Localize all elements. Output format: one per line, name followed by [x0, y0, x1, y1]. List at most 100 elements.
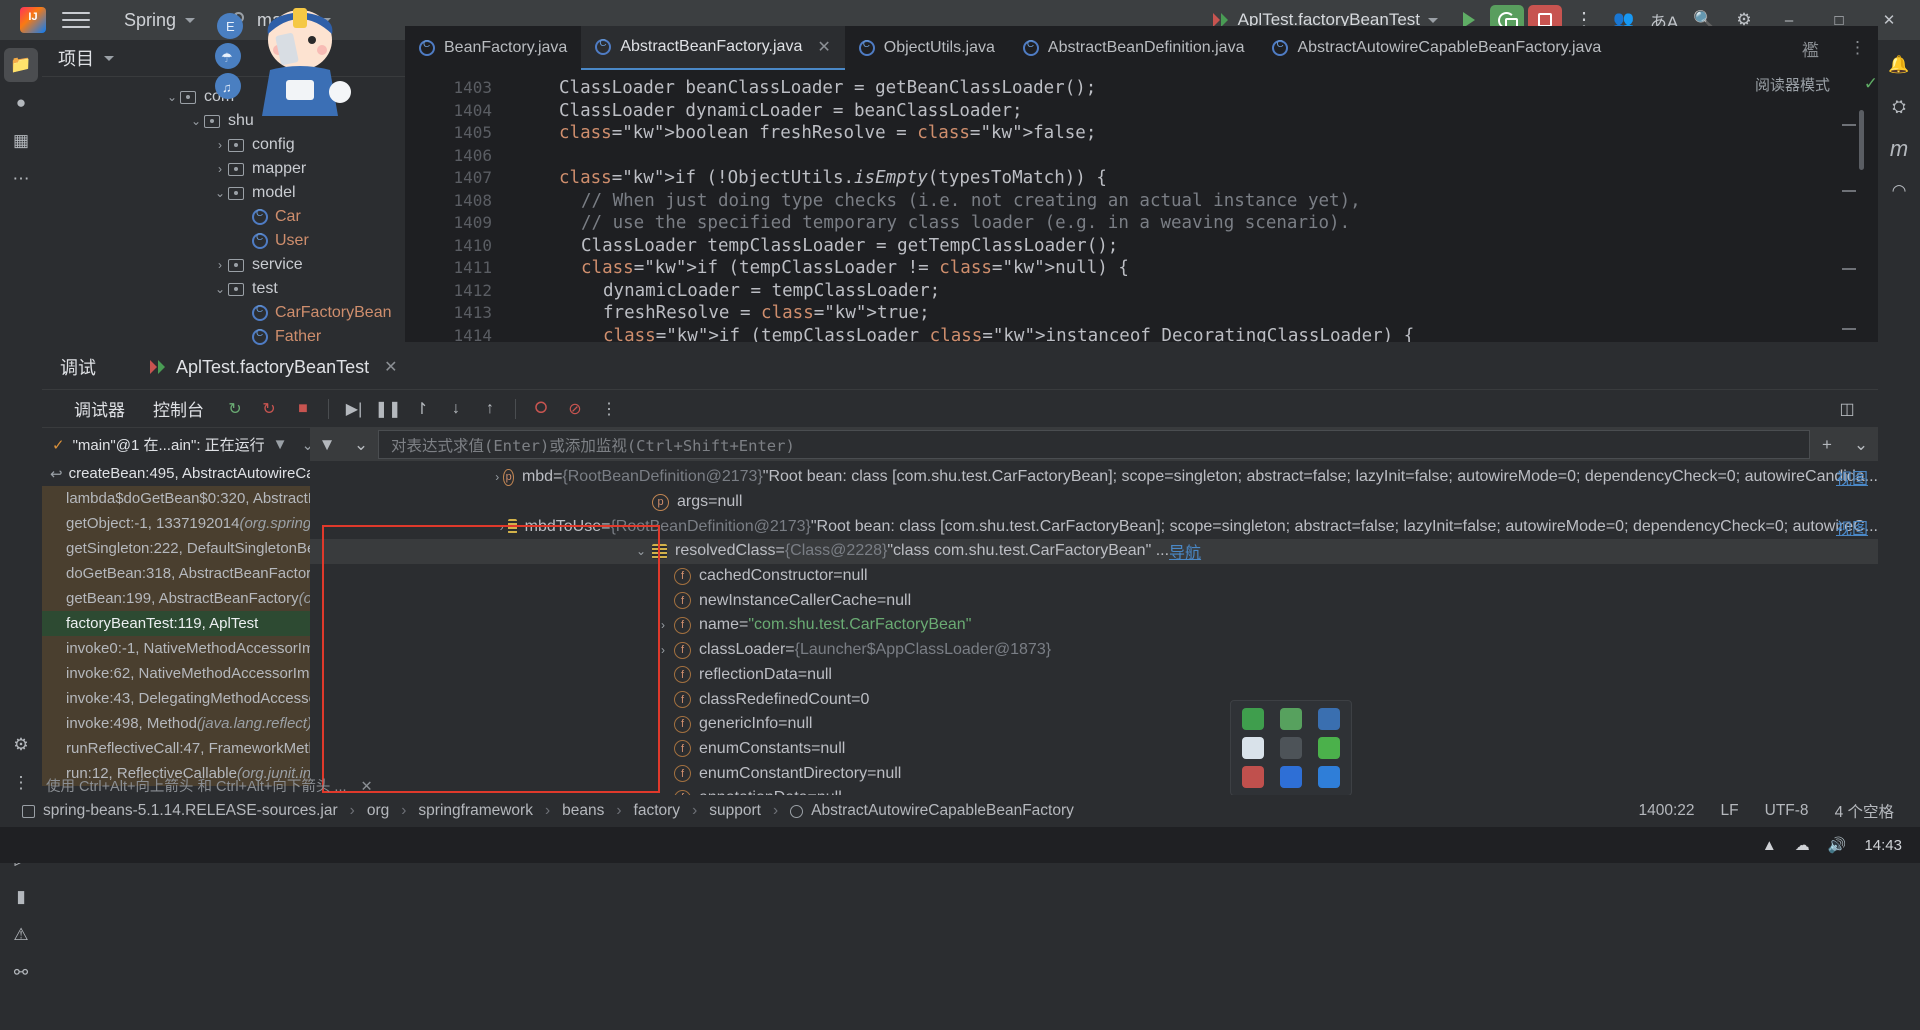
- breadcrumb-item[interactable]: AbstractAutowireCapableBeanFactory: [784, 802, 1080, 820]
- volume-icon[interactable]: 🔊: [1828, 836, 1847, 854]
- variable-row[interactable]: f enumConstants = null: [310, 737, 1878, 762]
- tab-console[interactable]: 控制台: [139, 396, 218, 421]
- tab-list-chevron-icon[interactable]: 襤: [1790, 36, 1831, 61]
- breadcrumb-item[interactable]: spring-beans-5.1.14.RELEASE-sources.jar: [16, 802, 344, 820]
- editor-scrollbar[interactable]: [1859, 110, 1864, 170]
- variable-row[interactable]: › mbdToUse = {RootBeanDefinition@2173} "R…: [310, 514, 1878, 539]
- variable-row[interactable]: › f name = "com.shu.test.CarFactoryBean": [310, 613, 1878, 638]
- tray-expand-icon[interactable]: ▲: [1762, 837, 1777, 854]
- variable-row[interactable]: f genericInfo = null: [310, 712, 1878, 737]
- maven-icon[interactable]: m: [1882, 132, 1916, 166]
- project-tree[interactable]: ⌄com⌄shu›config›mapper⌄modelCarUser›serv…: [42, 77, 405, 349]
- tray-icon-app6[interactable]: [1311, 734, 1347, 761]
- reader-mode-label[interactable]: 阅读器模式: [1755, 74, 1830, 95]
- project-panel-header[interactable]: 项目: [42, 40, 405, 77]
- variable-row[interactable]: p args = null: [310, 490, 1878, 515]
- frame-row[interactable]: invoke0:-1, NativeMethodAccessorImpl: [42, 636, 310, 661]
- breadcrumb-item[interactable]: factory: [628, 802, 687, 820]
- tree-item-model[interactable]: ⌄ model: [42, 181, 405, 205]
- editor-gutter[interactable]: 1403 1404 1405 1406 1407 1408 1409 1410 1411 1412…: [405, 70, 500, 342]
- variable-action-link[interactable]: 视图: [1836, 465, 1868, 489]
- frame-row[interactable]: doGetBean:318, AbstractBeanFactory (: [42, 561, 310, 586]
- editor-tab-1[interactable]: AbstractBeanFactory.java ✕: [581, 26, 845, 70]
- layout-settings-icon[interactable]: ◫: [1830, 394, 1864, 424]
- frame-row[interactable]: ↩ createBean:495, AbstractAutowireCapabl: [42, 461, 310, 486]
- tree-toggle-icon[interactable]: ⌄: [188, 114, 204, 128]
- frame-row[interactable]: getSingleton:222, DefaultSingletonBean: [42, 536, 310, 561]
- expand-toggle-icon[interactable]: ›: [652, 618, 674, 632]
- variable-row[interactable]: f newInstanceCallerCache = null: [310, 588, 1878, 613]
- network-icon[interactable]: ☁: [1795, 836, 1810, 854]
- tree-item-shu[interactable]: ⌄ shu: [42, 109, 405, 133]
- expand-toggle-icon[interactable]: ›: [652, 643, 674, 657]
- editor-tab-3[interactable]: AbstractBeanDefinition.java: [1009, 26, 1259, 70]
- debug-tab-bar[interactable]: 调试 AplTest.factoryBeanTest ✕: [42, 345, 1878, 390]
- line-separator[interactable]: LF: [1721, 802, 1739, 820]
- add-watch-icon[interactable]: +: [1810, 430, 1844, 460]
- variable-row[interactable]: f classRedefinedCount = 0: [310, 687, 1878, 712]
- variable-row[interactable]: f cachedConstructor = null: [310, 564, 1878, 589]
- code-editor[interactable]: 1403 1404 1405 1406 1407 1408 1409 1410 1411 1412…: [405, 70, 1878, 342]
- tree-toggle-icon[interactable]: ›: [212, 138, 228, 152]
- frame-row[interactable]: invoke:62, NativeMethodAccessorImpl: [42, 661, 310, 686]
- tree-item-carfactorybean[interactable]: CarFactoryBean: [42, 301, 405, 325]
- tree-item-car[interactable]: Car: [42, 205, 405, 229]
- file-encoding[interactable]: UTF-8: [1765, 802, 1809, 820]
- tray-icon-app5[interactable]: [1273, 734, 1309, 761]
- variables-tree[interactable]: › p mbd = {RootBeanDefinition@2173} "Root …: [310, 461, 1878, 811]
- branch-button[interactable]: master: [225, 6, 339, 35]
- tree-item-config[interactable]: › config: [42, 133, 405, 157]
- tray-icon-app7[interactable]: [1235, 764, 1271, 791]
- variable-action-link[interactable]: 导航: [1169, 539, 1201, 563]
- view-breakpoints-icon[interactable]: ⊘: [558, 394, 592, 424]
- editor-tab-4[interactable]: AbstractAutowireCapableBeanFactory.java: [1258, 26, 1615, 70]
- tool-window-terminal[interactable]: ▮: [4, 880, 38, 914]
- frame-row[interactable]: factoryBeanTest:119, AplTest: [42, 611, 310, 636]
- breadcrumb-item[interactable]: support: [703, 802, 767, 820]
- tool-window-more[interactable]: ⋯: [4, 162, 38, 196]
- frame-row[interactable]: getBean:199, AbstractBeanFactory (org.: [42, 586, 310, 611]
- step-out-icon[interactable]: ↑: [473, 394, 507, 424]
- editor-tab-0[interactable]: BeanFactory.java: [405, 26, 581, 70]
- frame-row[interactable]: lambda$doGetBean$0:320, AbstractBea: [42, 486, 310, 511]
- stop-icon[interactable]: ■: [286, 394, 320, 424]
- indent-setting[interactable]: 4 个空格: [1835, 800, 1894, 822]
- expand-toggle-icon[interactable]: ⌄: [630, 544, 652, 558]
- editor-tab-2[interactable]: ObjectUtils.java: [845, 26, 1009, 70]
- code-line[interactable]: freshResolve = class="kw">true;: [515, 303, 930, 323]
- system-tray-popup[interactable]: [1230, 700, 1352, 796]
- notifications-icon[interactable]: 🔔: [1882, 48, 1916, 82]
- chevron-down-icon[interactable]: ⌄: [344, 430, 378, 460]
- clock-label[interactable]: 14:43: [1864, 837, 1902, 854]
- code-line[interactable]: class="kw">if (tempClassLoader class="kw…: [515, 326, 1414, 343]
- frame-row[interactable]: getObject:-1, 1337192014 (org.springfr: [42, 511, 310, 536]
- code-line[interactable]: // When just doing type checks (i.e. not…: [515, 191, 1361, 211]
- tree-toggle-icon[interactable]: ›: [212, 162, 228, 176]
- filter-icon[interactable]: ▼: [273, 436, 294, 453]
- tray-icon-app3[interactable]: [1311, 705, 1347, 732]
- thread-selector[interactable]: ✓ "main"@1 在...ain": 正在运行 ▼ ⌄: [42, 428, 314, 461]
- code-line[interactable]: class="kw">boolean freshResolve = class=…: [515, 123, 1096, 143]
- tray-icon-app2[interactable]: [1273, 705, 1309, 732]
- code-line[interactable]: // use the specified temporary class loa…: [515, 213, 1350, 233]
- main-menu-icon[interactable]: [62, 8, 90, 32]
- tab-debugger[interactable]: 调试器: [60, 396, 139, 421]
- breadcrumb-item[interactable]: beans: [556, 802, 610, 820]
- tray-icon-app8[interactable]: [1273, 764, 1309, 791]
- variable-row[interactable]: › p mbd = {RootBeanDefinition@2173} "Root …: [310, 465, 1878, 490]
- tree-item-test[interactable]: ⌄ test: [42, 277, 405, 301]
- tree-item-user[interactable]: User: [42, 229, 405, 253]
- inspection-ok-icon[interactable]: ✓: [1864, 74, 1878, 94]
- breadcrumb-item[interactable]: springframework: [412, 802, 539, 820]
- tool-window-debug[interactable]: ⚙: [4, 728, 38, 762]
- tree-item-mapper[interactable]: › mapper: [42, 157, 405, 181]
- close-icon[interactable]: ✕: [817, 37, 830, 57]
- breadcrumb-item[interactable]: org: [361, 802, 395, 820]
- tree-toggle-icon[interactable]: ⌄: [212, 186, 228, 200]
- frame-row[interactable]: invoke:43, DelegatingMethodAccessorI: [42, 686, 310, 711]
- filter-icon[interactable]: ▼: [310, 430, 344, 460]
- database-icon[interactable]: ⛭: [1882, 90, 1916, 124]
- tray-icon-app9[interactable]: [1311, 764, 1347, 791]
- rerun-failed-icon[interactable]: ↻: [252, 394, 286, 424]
- variable-row[interactable]: f reflectionData = null: [310, 663, 1878, 688]
